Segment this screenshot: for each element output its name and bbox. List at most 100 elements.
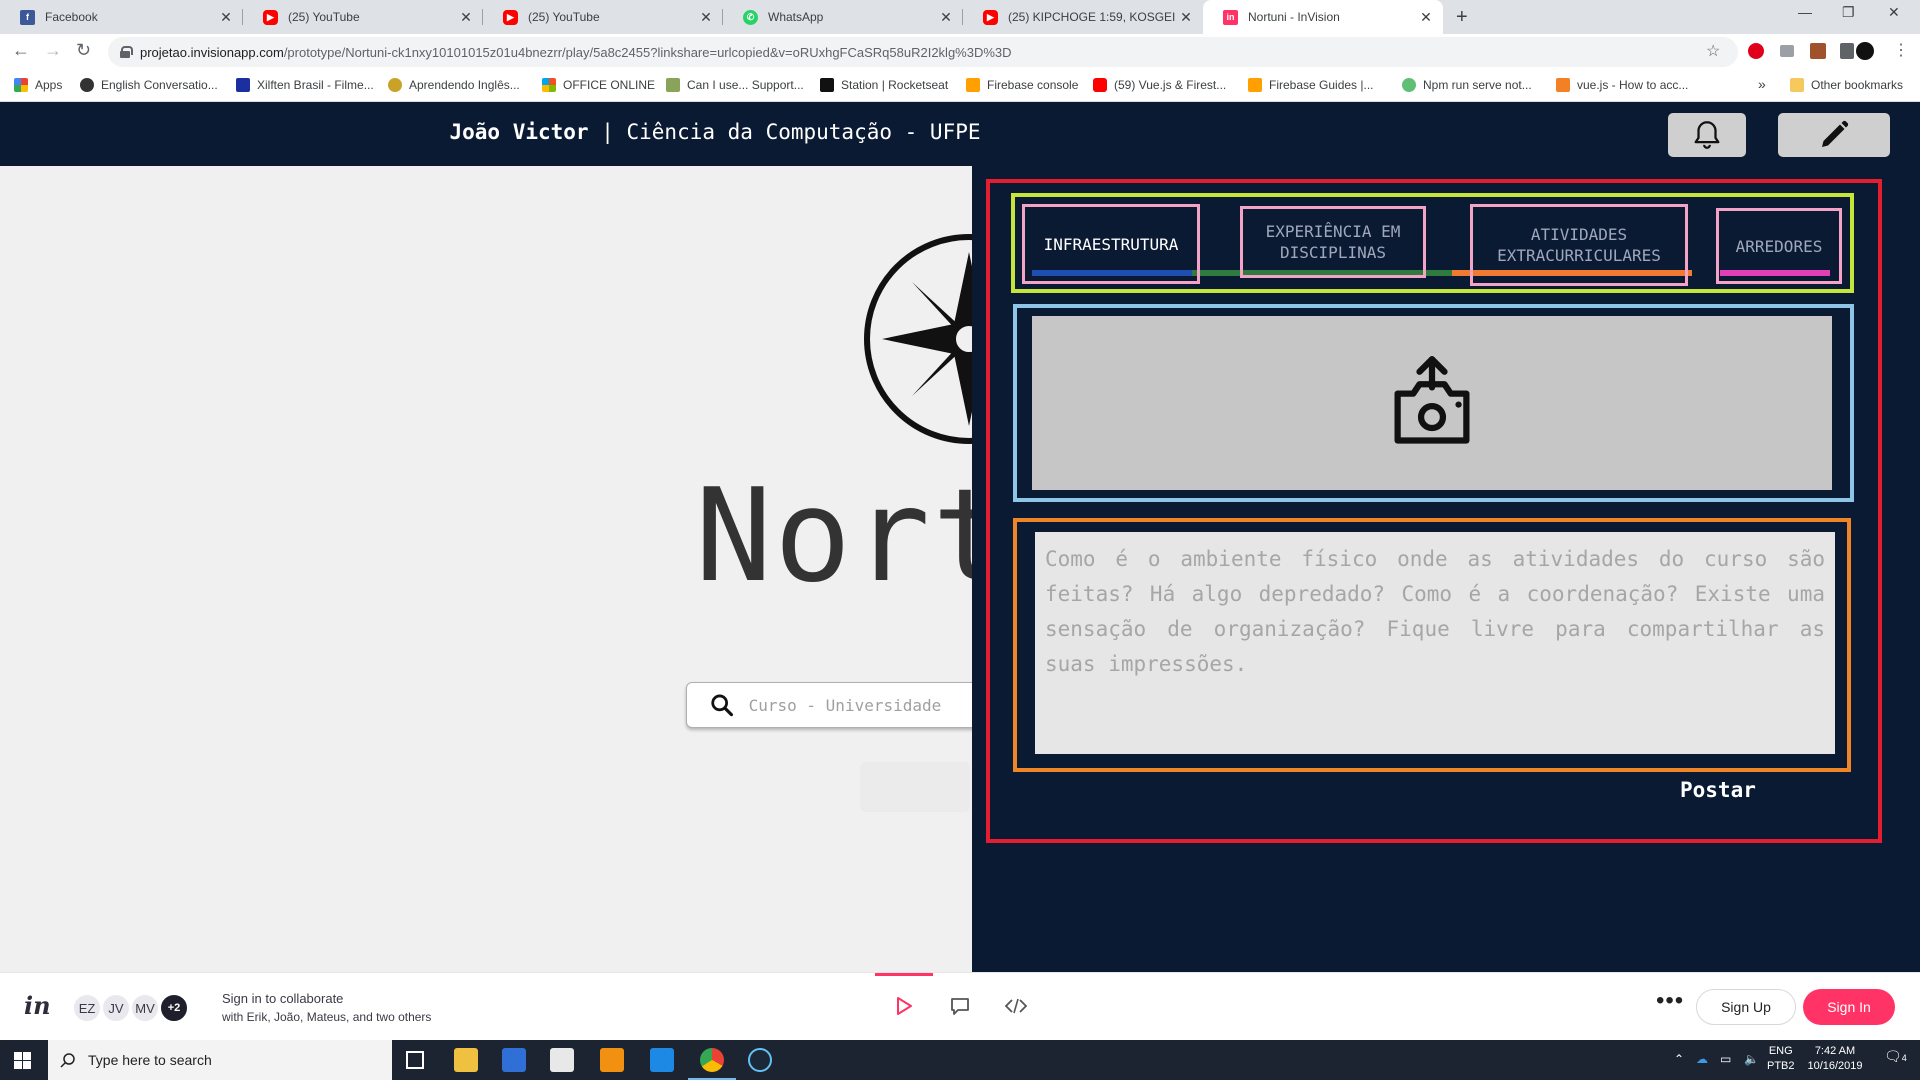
tab-arredores[interactable]: ARREDORES xyxy=(1716,208,1842,284)
bookmark-item[interactable]: (59) Vue.js & Firest... xyxy=(1093,78,1226,92)
firebase-icon xyxy=(966,78,980,92)
browser-tab-active[interactable]: in Nortuni - InVision ✕ xyxy=(1203,0,1443,34)
comment-textarea[interactable] xyxy=(1035,532,1835,754)
chrome-icon[interactable] xyxy=(688,1048,736,1080)
bookmark-item[interactable]: OFFICE ONLINE xyxy=(542,78,655,92)
comment-icon[interactable] xyxy=(949,995,971,1017)
folder-icon xyxy=(1790,78,1804,92)
photo-upload-area[interactable] xyxy=(1032,316,1832,490)
back-arrow-icon[interactable]: ← xyxy=(12,40,30,61)
taskbar-search-placeholder: Type here to search xyxy=(88,1052,212,1068)
opera-extension-icon[interactable] xyxy=(1748,43,1764,59)
avatar[interactable]: EZ xyxy=(72,993,102,1023)
steam-icon[interactable] xyxy=(748,1048,772,1072)
notification-center-icon[interactable]: 🗨4 xyxy=(1884,1048,1907,1065)
restore-icon[interactable]: ❐ xyxy=(1842,4,1855,21)
extension-icon[interactable] xyxy=(1810,43,1826,59)
bookmark-item[interactable]: Xilften Brasil - Filme... xyxy=(236,78,374,92)
notification-count: 4 xyxy=(1901,1053,1907,1063)
bookmark-label: English Conversatio... xyxy=(101,78,218,92)
bookmark-star-icon[interactable]: ☆ xyxy=(1706,41,1720,61)
reload-icon[interactable]: ↻ xyxy=(76,40,91,61)
bookmark-label: (59) Vue.js & Firest... xyxy=(1114,78,1227,92)
extension-icon[interactable] xyxy=(1840,43,1854,59)
browser-tab[interactable]: ▶ (25) YouTube ✕ xyxy=(483,0,723,34)
tab-experiencia-disciplinas[interactable]: EXPERIÊNCIA EM DISCIPLINAS xyxy=(1240,206,1426,278)
code-icon[interactable] xyxy=(1004,995,1028,1017)
close-tab-icon[interactable]: ✕ xyxy=(937,9,955,26)
sign-in-button[interactable]: Sign In xyxy=(1803,989,1895,1025)
tab-title: WhatsApp xyxy=(768,10,824,24)
language-code: ENG xyxy=(1768,1045,1793,1057)
filter-extension-icon[interactable] xyxy=(1780,45,1794,57)
tray-expand-icon[interactable]: ⌃ xyxy=(1674,1052,1684,1066)
volume-icon[interactable]: 🔈 xyxy=(1744,1052,1759,1066)
avatar[interactable]: JV xyxy=(101,993,131,1023)
system-clock[interactable]: 7:42 AM 10/16/2019 xyxy=(1805,1044,1865,1074)
mail-icon[interactable] xyxy=(550,1048,574,1072)
bookmarks-bar: Apps English Conversatio... Xilften Bras… xyxy=(0,70,1920,102)
tab-infraestrutura[interactable]: INFRAESTRUTURA xyxy=(1022,204,1200,284)
more-bookmarks-button[interactable]: » xyxy=(1758,76,1766,92)
close-tab-icon[interactable]: ✕ xyxy=(1417,9,1435,26)
avatar[interactable]: MV xyxy=(130,993,160,1023)
bookmark-label: Npm run serve not... xyxy=(1423,78,1532,92)
course-search-input[interactable] xyxy=(748,695,985,715)
title-separator: | xyxy=(588,120,627,144)
bookmark-label: Can I use... Support... xyxy=(687,78,804,92)
pencil-icon xyxy=(1822,120,1849,147)
bookmark-item[interactable]: Firebase Guides |... xyxy=(1248,78,1374,92)
course-search-box[interactable] xyxy=(686,682,986,728)
task-view-icon[interactable] xyxy=(406,1051,424,1069)
bookmark-item[interactable]: Station | Rocketseat xyxy=(820,78,948,92)
play-icon[interactable] xyxy=(894,995,914,1017)
vscode-icon[interactable] xyxy=(650,1048,674,1072)
close-tab-icon[interactable]: ✕ xyxy=(697,9,715,26)
close-tab-icon[interactable]: ✕ xyxy=(457,9,475,26)
youtube-icon: ▶ xyxy=(503,9,518,25)
tab-atividades-extracurriculares[interactable]: ATIVIDADES EXTRACURRICULARES xyxy=(1470,204,1688,286)
tab-label: INFRAESTRUTURA xyxy=(1043,234,1179,254)
bookmark-item[interactable]: English Conversatio... xyxy=(80,78,218,92)
close-tab-icon[interactable]: ✕ xyxy=(1177,9,1195,26)
taskbar-search-box[interactable]: Type here to search xyxy=(48,1040,392,1080)
bookmark-item[interactable]: vue.js - How to acc... xyxy=(1556,78,1688,92)
apps-grid-icon xyxy=(14,78,28,92)
post-button[interactable]: Postar xyxy=(1680,778,1756,802)
sign-up-button[interactable]: Sign Up xyxy=(1696,989,1796,1025)
address-bar[interactable]: projetao.invisionapp.com/prototype/Nortu… xyxy=(108,37,1738,67)
browser-tab[interactable]: ✆ WhatsApp ✕ xyxy=(723,0,963,34)
edit-button[interactable] xyxy=(1778,113,1890,157)
youtube-icon xyxy=(1093,78,1107,92)
close-tab-icon[interactable]: ✕ xyxy=(217,9,235,26)
bookmark-item[interactable]: Aprendendo Inglês... xyxy=(388,78,520,92)
more-options-icon[interactable]: ••• xyxy=(1656,987,1684,1015)
windows-start-icon[interactable] xyxy=(14,1052,31,1069)
forward-arrow-icon[interactable]: → xyxy=(44,40,62,61)
notifications-button[interactable] xyxy=(1668,113,1746,157)
store-icon[interactable] xyxy=(502,1048,526,1072)
close-window-icon[interactable]: ✕ xyxy=(1888,4,1900,21)
bookmark-apps[interactable]: Apps xyxy=(14,78,62,92)
onedrive-icon[interactable]: ☁ xyxy=(1696,1052,1708,1066)
network-icon[interactable]: ▭ xyxy=(1720,1052,1731,1066)
youtube-icon: ▶ xyxy=(263,9,278,25)
bookmark-item[interactable]: Npm run serve not... xyxy=(1402,78,1532,92)
other-bookmarks-folder[interactable]: Other bookmarks xyxy=(1790,78,1903,92)
bookmark-label: Firebase console xyxy=(987,78,1079,92)
bookmark-item[interactable]: Can I use... Support... xyxy=(666,78,804,92)
more-collaborators-badge[interactable]: +2 xyxy=(159,993,189,1023)
input-language[interactable]: ENG PTB2 xyxy=(1767,1044,1795,1074)
browser-tab[interactable]: ▶ (25) KIPCHOGE 1:59, KOSGEI 2:14 ✕ xyxy=(963,0,1203,34)
invision-logo[interactable]: in xyxy=(24,991,51,1020)
minimize-icon[interactable]: — xyxy=(1798,4,1812,20)
new-tab-button[interactable]: + xyxy=(1456,6,1468,29)
bookmark-site-icon xyxy=(388,78,402,92)
file-explorer-icon[interactable] xyxy=(454,1048,478,1072)
profile-avatar[interactable] xyxy=(1856,42,1874,60)
bookmark-item[interactable]: Firebase console xyxy=(966,78,1078,92)
browser-tab[interactable]: f Facebook ✕ xyxy=(0,0,243,34)
chrome-menu-icon[interactable]: ⋮ xyxy=(1893,40,1909,60)
browser-tab[interactable]: ▶ (25) YouTube ✕ xyxy=(243,0,483,34)
sublime-text-icon[interactable] xyxy=(600,1048,624,1072)
